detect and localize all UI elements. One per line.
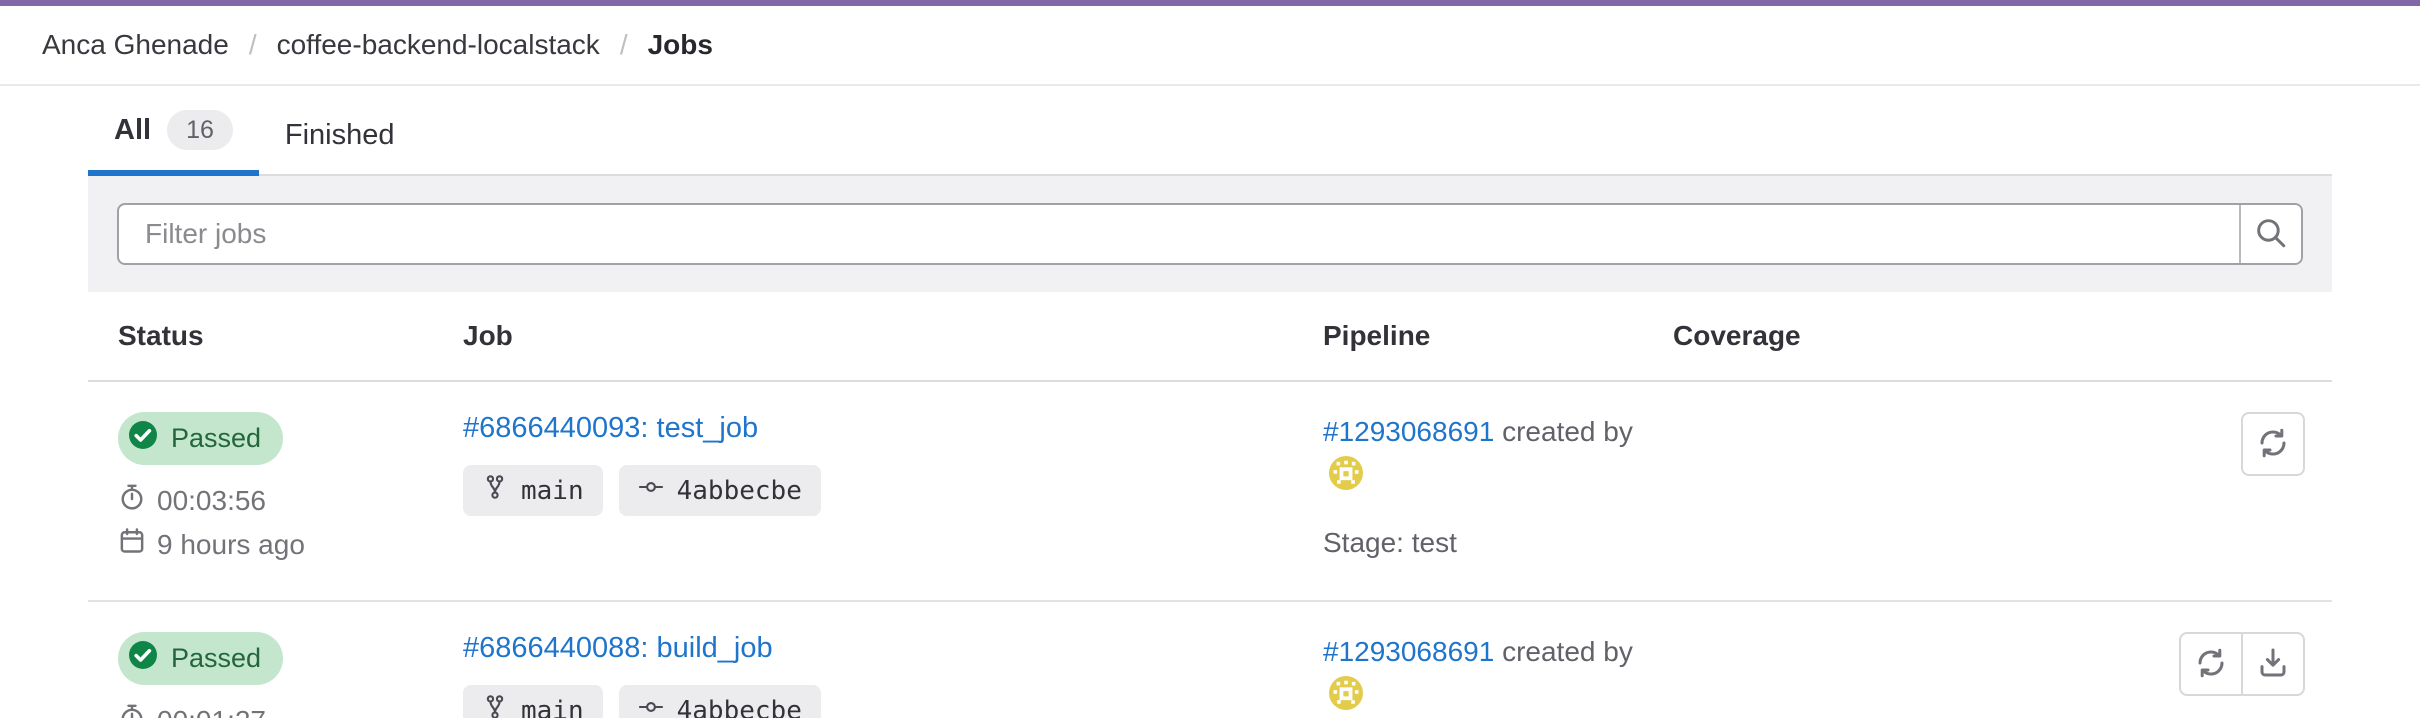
breadcrumb: Anca Ghenade / coffee-backend-localstack… <box>42 29 713 61</box>
job-duration: 00:03:56 <box>118 483 433 518</box>
status-label: Passed <box>171 423 261 454</box>
status-badge[interactable]: Passed <box>118 412 283 465</box>
breadcrumb-item-user[interactable]: Anca Ghenade <box>42 29 229 61</box>
actions-cell <box>1973 601 2332 718</box>
commit-sha: 4abbecbe <box>677 476 802 506</box>
coverage-cell <box>1643 601 1973 718</box>
status-passed-icon <box>127 639 159 678</box>
table-row: Passed 00:01:27 <box>88 601 2332 718</box>
commit-icon <box>638 694 664 718</box>
search-icon <box>2254 216 2288 253</box>
pipeline-created-by: created by <box>1502 636 1633 667</box>
breadcrumb-bar: Anca Ghenade / coffee-backend-localstack… <box>0 6 2420 86</box>
jobs-table: Status Job Pipeline Coverage <box>88 292 2332 718</box>
age-text: 9 hours ago <box>157 529 305 561</box>
table-header-row: Status Job Pipeline Coverage <box>88 292 2332 381</box>
filter-bar <box>88 176 2332 292</box>
job-link[interactable]: #6866440093: test_job <box>463 412 758 445</box>
job-age: 9 hours ago <box>118 527 433 562</box>
timer-icon <box>118 703 146 718</box>
job-cell: #6866440088: build_job <box>433 601 1293 718</box>
retry-job-button[interactable] <box>2179 632 2243 696</box>
filter-jobs-input[interactable] <box>119 205 2239 263</box>
status-badge[interactable]: Passed <box>118 632 283 685</box>
download-icon <box>2257 647 2289 682</box>
table-row: Passed 00:03:56 <box>88 381 2332 601</box>
commit-chip[interactable]: 4abbecbe <box>619 465 821 516</box>
pipeline-link[interactable]: #1293068691 <box>1323 636 1494 667</box>
jobs-page-content: All 16 Finished Sta <box>88 86 2332 718</box>
tab-all-label: All <box>114 114 151 147</box>
header-coverage: Coverage <box>1643 292 1973 381</box>
avatar[interactable] <box>1329 676 1363 718</box>
retry-icon <box>2257 427 2289 462</box>
breadcrumb-separator: / <box>620 29 628 61</box>
actions-button-group <box>2179 632 2305 696</box>
branch-chip[interactable]: main <box>463 685 603 718</box>
coverage-cell <box>1643 381 1973 601</box>
breadcrumb-item-jobs: Jobs <box>648 29 713 61</box>
pipeline-cell: #1293068691 created by <box>1293 381 1643 601</box>
retry-icon <box>2195 647 2227 682</box>
header-status: Status <box>88 292 433 381</box>
job-duration: 00:01:27 <box>118 703 433 718</box>
avatar[interactable] <box>1329 456 1363 501</box>
job-cell: #6866440093: test_job <box>433 381 1293 601</box>
calendar-icon <box>118 527 146 562</box>
search-button[interactable] <box>2239 205 2301 263</box>
status-cell: Passed 00:01:27 <box>88 601 433 718</box>
duration-text: 00:03:56 <box>157 485 266 517</box>
commit-chip[interactable]: 4abbecbe <box>619 685 821 718</box>
job-link[interactable]: #6866440088: build_job <box>463 632 773 665</box>
branch-name: main <box>521 696 584 718</box>
jobs-tabs: All 16 Finished <box>88 86 2332 176</box>
header-pipeline: Pipeline <box>1293 292 1643 381</box>
status-label: Passed <box>171 643 261 674</box>
pipeline-cell: #1293068691 created by <box>1293 601 1643 718</box>
header-actions <box>1973 292 2332 381</box>
status-cell: Passed 00:03:56 <box>88 381 433 601</box>
download-artifacts-button[interactable] <box>2241 632 2305 696</box>
actions-cell <box>1973 381 2332 601</box>
pipeline-link[interactable]: #1293068691 <box>1323 416 1494 447</box>
breadcrumb-separator: / <box>249 29 257 61</box>
timer-icon <box>118 483 146 518</box>
filter-input-group <box>117 203 2303 265</box>
branch-chip[interactable]: main <box>463 465 603 516</box>
branch-name: main <box>521 476 584 506</box>
tab-finished[interactable]: Finished <box>259 119 421 176</box>
job-refs: main 4abbecbe <box>463 465 1293 516</box>
breadcrumb-item-project[interactable]: coffee-backend-localstack <box>277 29 600 61</box>
pipeline-stage: Stage: test <box>1323 527 1643 559</box>
job-refs: main 4abbecbe <box>463 685 1293 718</box>
commit-sha: 4abbecbe <box>677 696 802 718</box>
retry-job-button[interactable] <box>2241 412 2305 476</box>
branch-icon <box>482 474 508 507</box>
tab-finished-label: Finished <box>285 119 395 152</box>
tab-all-count-badge: 16 <box>167 110 233 150</box>
branch-icon <box>482 694 508 718</box>
header-job: Job <box>433 292 1293 381</box>
status-passed-icon <box>127 419 159 458</box>
duration-text: 00:01:27 <box>157 705 266 718</box>
commit-icon <box>638 474 664 507</box>
pipeline-created-by: created by <box>1502 416 1633 447</box>
tab-all[interactable]: All 16 <box>88 110 259 176</box>
